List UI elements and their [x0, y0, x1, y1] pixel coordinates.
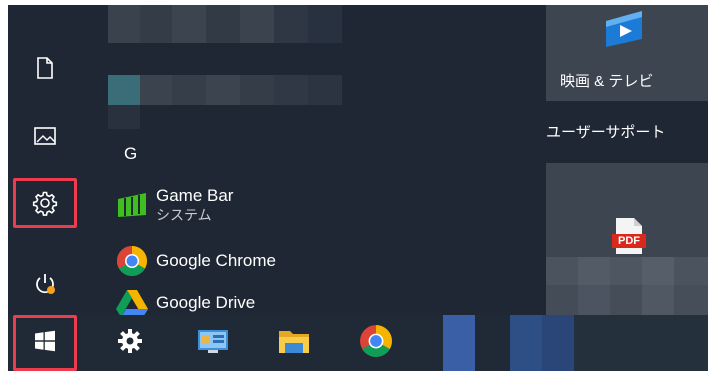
app-item-subtitle: システム — [156, 207, 212, 223]
taskbar-control-panel[interactable] — [183, 315, 243, 371]
documents-button[interactable] — [13, 43, 77, 93]
tile-pdf[interactable]: PDF — [546, 163, 708, 315]
taskbar — [8, 315, 708, 371]
tile-group-title: ユーザーサポート — [546, 124, 666, 141]
taskbar-chrome[interactable] — [346, 315, 406, 371]
pictures-button[interactable] — [13, 111, 77, 161]
app-item-google-chrome[interactable]: Google Chrome — [108, 241, 276, 281]
chrome-icon — [108, 245, 156, 277]
tile-label: 映画 & テレビ — [560, 73, 654, 90]
app-item-label: Game Bar — [156, 186, 234, 205]
settings-button[interactable] — [13, 178, 77, 228]
windows-logo-icon — [34, 330, 56, 357]
pdf-icon: PDF — [608, 216, 648, 256]
power-icon — [32, 271, 58, 297]
power-button[interactable] — [13, 259, 77, 309]
gear-icon — [32, 190, 58, 216]
taskbar-settings[interactable] — [100, 315, 160, 371]
start-button[interactable] — [13, 315, 77, 371]
chrome-icon — [359, 324, 393, 363]
file-explorer-icon — [277, 326, 311, 361]
game-bar-icon — [108, 191, 156, 219]
app-item-label: Google Chrome — [156, 251, 277, 270]
app-item-game-bar[interactable]: Game Bar システム — [108, 185, 233, 225]
taskbar-file-explorer[interactable] — [264, 315, 324, 371]
google-drive-icon — [108, 288, 156, 318]
start-menu: G Game Bar システム Google Chrome Google Dri… — [8, 5, 708, 371]
document-icon — [34, 56, 56, 80]
play-icon — [602, 9, 648, 54]
app-item-label: Google Drive — [156, 293, 256, 312]
app-group-letter[interactable]: G — [124, 144, 137, 164]
gear-icon — [117, 328, 143, 359]
control-panel-icon — [196, 327, 230, 360]
pictures-icon — [33, 125, 57, 147]
pdf-badge: PDF — [618, 235, 640, 247]
tile-movies-tv[interactable]: 映画 & テレビ — [546, 5, 708, 101]
